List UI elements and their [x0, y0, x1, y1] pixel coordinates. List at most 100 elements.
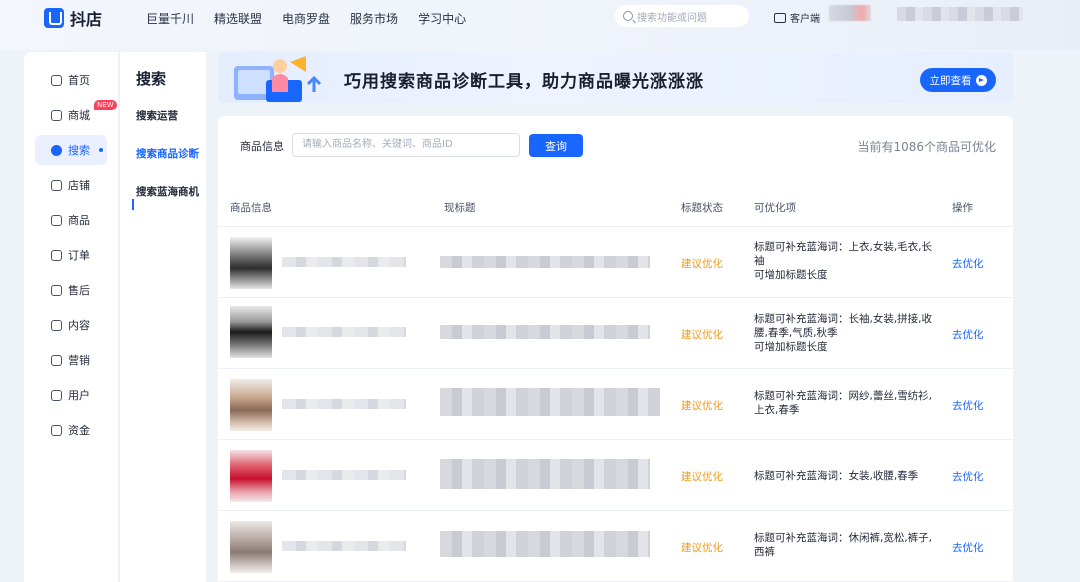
sidebar-item-search[interactable]: 搜索	[35, 135, 107, 165]
optimizable-items: 标题可补充蓝海词：长袖,女装,拼接,收腰,春季,气质,秋季 可增加标题长度	[754, 312, 932, 354]
sidebar-item-funds[interactable]: 资金	[35, 415, 107, 445]
side-nav: 首页 商城 NEW 搜索 店铺 商品 订单 售后 内容 营销 用户 资金	[24, 52, 118, 582]
optimize-link[interactable]: 去优化	[952, 327, 984, 342]
sidebar-item-marketing[interactable]: 营销	[35, 345, 107, 375]
column-header-product: 商品信息	[230, 202, 272, 214]
current-title-blurred	[440, 388, 660, 416]
optimizable-line: 可增加标题长度	[754, 341, 828, 353]
after-sale-icon	[51, 284, 62, 296]
current-title-blurred	[440, 459, 650, 489]
product-name-blurred[interactable]	[282, 541, 406, 551]
top-search-placeholder: 搜索功能或问题	[637, 12, 707, 24]
sidebar-item-label: 内容	[68, 319, 90, 332]
product-thumbnail[interactable]	[230, 450, 272, 502]
order-icon	[51, 249, 62, 261]
column-header-optimizable: 可优化项	[754, 202, 796, 214]
top-nav-item-qianchuan[interactable]: 巨量千川	[146, 10, 194, 27]
client-download-link[interactable]: 客户端	[774, 10, 820, 25]
arrow-right-icon	[975, 74, 987, 86]
status-badge: 建议优化	[681, 258, 723, 270]
sidebar-item-label: 订单	[68, 249, 90, 262]
optimizable-line: 可增加标题长度	[754, 269, 828, 281]
content-icon	[51, 319, 62, 331]
product-thumbnail[interactable]	[230, 521, 272, 573]
top-nav-item-market[interactable]: 服务市场	[350, 10, 398, 27]
optimizable-line: 标题可补充蓝海词：长袖,女装,拼接,收腰,春季,气质,秋季	[754, 313, 933, 339]
sidebar-item-order[interactable]: 订单	[35, 240, 107, 270]
column-header-title: 现标题	[444, 202, 476, 214]
wallet-icon	[51, 424, 62, 436]
brand-logo[interactable]: 抖店	[44, 6, 102, 30]
search-icon	[51, 144, 62, 156]
top-nav-item-alliance[interactable]: 精选联盟	[214, 10, 262, 27]
current-title-blurred	[440, 531, 650, 557]
sub-nav-title: 搜索	[136, 70, 167, 88]
column-header-status: 标题状态	[681, 202, 723, 214]
sidebar-item-after-sale[interactable]: 售后	[35, 275, 107, 305]
sidebar-item-label: 搜索	[68, 144, 90, 157]
sidebar-item-home[interactable]: 首页	[35, 65, 107, 95]
search-icon	[623, 11, 633, 21]
promo-banner[interactable]: 巧用搜索商品诊断工具，助力商品曝光涨涨涨 立即查看	[218, 52, 1013, 103]
optimize-link[interactable]: 去优化	[952, 469, 984, 484]
status-badge: 建议优化	[681, 542, 723, 554]
home-icon	[51, 74, 62, 86]
product-thumbnail[interactable]	[230, 379, 272, 431]
new-badge: NEW	[94, 100, 117, 110]
sidebar-item-content[interactable]: 内容	[35, 310, 107, 340]
sidebar-item-shop[interactable]: 店铺	[35, 170, 107, 200]
sidebar-item-label: 资金	[68, 424, 90, 437]
optimizable-items: 标题可补充蓝海词：网纱,蕾丝,雪纺衫,上衣,春季	[754, 389, 932, 417]
column-header-action: 操作	[952, 202, 973, 214]
product-thumbnail[interactable]	[230, 237, 272, 289]
sub-nav-item-blue-ocean[interactable]: 搜索蓝海商机	[136, 184, 199, 199]
sidebar-item-user[interactable]: 用户	[35, 380, 107, 410]
product-thumbnail[interactable]	[230, 306, 272, 358]
view-now-button[interactable]: 立即查看	[920, 68, 996, 92]
table-row: 建议优化 标题可补充蓝海词：女装,收腰,春季 去优化	[218, 440, 1013, 511]
table-row: 建议优化 标题可补充蓝海词：上衣,女装,毛衣,长袖 可增加标题长度 去优化	[218, 227, 1013, 298]
download-icon	[774, 12, 786, 23]
view-now-label: 立即查看	[929, 74, 972, 87]
megaphone-icon	[51, 354, 62, 366]
optimizable-count: 当前有1086个商品可优化	[857, 140, 996, 154]
status-badge: 建议优化	[681, 471, 723, 483]
query-button[interactable]: 查询	[529, 134, 583, 157]
user-icon	[51, 389, 62, 401]
optimizable-line: 标题可补充蓝海词：女装,收腰,春季	[754, 470, 919, 482]
sidebar-item-label: 用户	[68, 389, 90, 402]
active-indicator	[132, 199, 134, 210]
status-badge: 建议优化	[681, 329, 723, 341]
product-name-blurred[interactable]	[282, 399, 406, 409]
account-name-blurred[interactable]	[897, 7, 1023, 21]
optimizable-items: 标题可补充蓝海词：女装,收腰,春季	[754, 469, 932, 483]
sidebar-item-label: 售后	[68, 284, 90, 297]
shop-icon	[51, 179, 62, 191]
top-nav-item-learning[interactable]: 学习中心	[418, 10, 466, 27]
sidebar-item-label: 商品	[68, 214, 90, 227]
optimize-link[interactable]: 去优化	[952, 398, 984, 413]
sub-nav-item-diagnosis[interactable]: 搜索商品诊断	[136, 146, 199, 161]
top-nav-item-compass[interactable]: 电商罗盘	[282, 10, 330, 27]
product-name-blurred[interactable]	[282, 470, 406, 480]
product-search-input[interactable]: 请输入商品名称、关键词、商品ID	[292, 133, 520, 157]
sub-nav-item-operations[interactable]: 搜索运营	[136, 108, 178, 123]
product-name-blurred[interactable]	[282, 257, 406, 267]
mall-icon	[51, 109, 62, 121]
optimizable-items: 标题可补充蓝海词：休闲裤,宽松,裤子,西裤	[754, 531, 932, 559]
product-icon	[51, 214, 62, 226]
main-panel: 商品信息 请输入商品名称、关键词、商品ID 查询 当前有1086个商品可优化 商…	[218, 116, 1013, 582]
optimizable-items: 标题可补充蓝海词：上衣,女装,毛衣,长袖 可增加标题长度	[754, 240, 932, 282]
optimize-link[interactable]: 去优化	[952, 540, 984, 555]
product-info-label: 商品信息	[240, 140, 284, 153]
sidebar-item-label: 首页	[68, 74, 90, 87]
brand-name: 抖店	[70, 10, 103, 29]
sidebar-item-label: 店铺	[68, 179, 90, 192]
sidebar-item-product[interactable]: 商品	[35, 205, 107, 235]
client-label: 客户端	[790, 14, 820, 25]
avatar[interactable]	[829, 5, 871, 21]
optimize-link[interactable]: 去优化	[952, 256, 984, 271]
product-name-blurred[interactable]	[282, 327, 406, 337]
active-dot	[99, 148, 103, 152]
top-search-input[interactable]: 搜索功能或问题	[615, 5, 749, 27]
